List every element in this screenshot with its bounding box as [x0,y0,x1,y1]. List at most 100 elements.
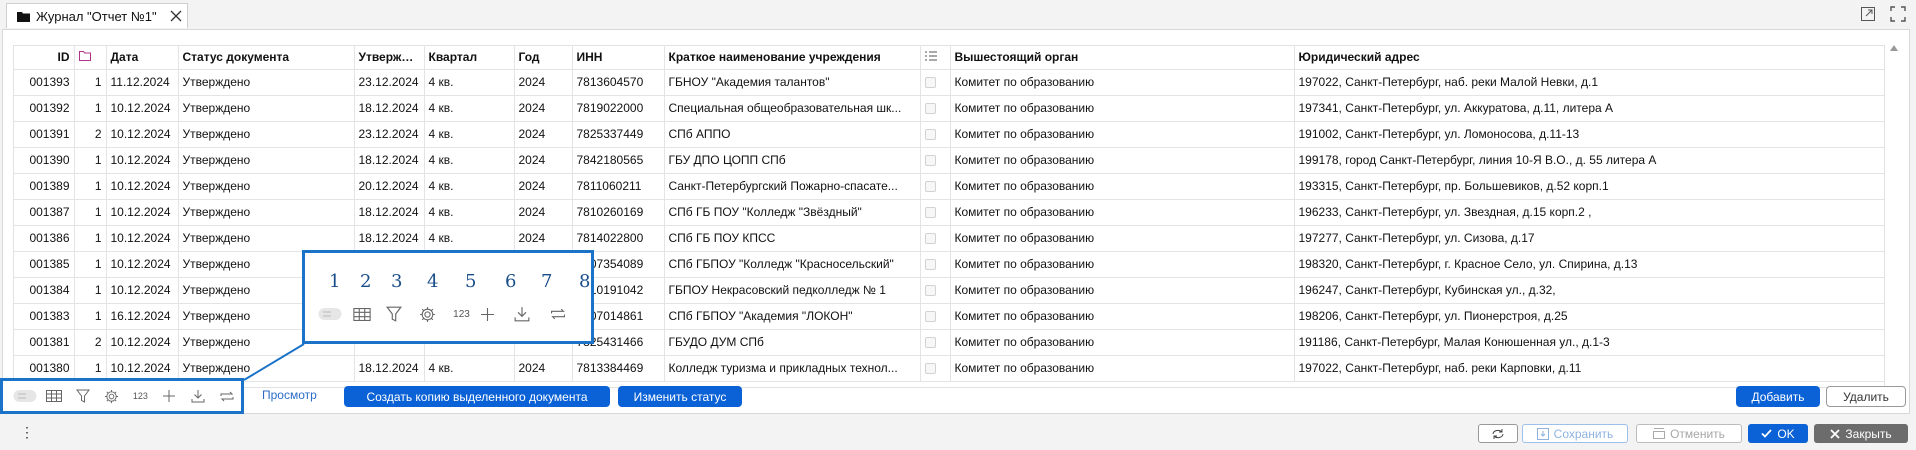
col-header-address[interactable]: Юридический адрес [1294,46,1884,70]
row-checkbox[interactable] [924,103,936,115]
table-row[interactable]: 001385 1 10.12.2024 Утверждено 7807354089 СПб… [14,251,1884,278]
cancel-icon [1653,428,1666,439]
col-header-flag[interactable] [920,46,951,70]
open-external-icon[interactable] [1860,6,1876,22]
row-checkbox[interactable] [924,207,936,219]
cell-address: 193315, Санкт-Петербург, пр. Большевиков… [1294,173,1884,200]
row-checkbox[interactable] [924,129,936,141]
download-icon[interactable] [184,385,213,407]
col-header-parent[interactable]: Вышестоящий орган [950,46,1295,70]
cell-date: 10.12.2024 [106,251,179,278]
ok-button[interactable]: OK [1748,424,1808,443]
cell-inn: 7813604570 [572,69,665,96]
view-link[interactable]: Просмотр [262,388,317,402]
close-button[interactable]: Закрыть [1814,424,1908,443]
cell-name: Специальная общеобразовательная шк... [664,95,921,122]
col-header-name[interactable]: Краткое наименование учреждения [664,46,921,70]
row-checkbox[interactable] [924,259,936,271]
callout-icons: 123 [315,303,591,327]
close-icon[interactable] [169,9,183,23]
col-header-inn[interactable]: ИНН [572,46,665,70]
cell-files: 1 [74,69,107,96]
copy-document-button[interactable]: Создать копию выделенного документа [344,386,610,407]
counter-icon[interactable]: 123 [126,385,155,407]
row-checkbox[interactable] [924,311,936,323]
delete-button[interactable]: Удалить [1826,386,1906,407]
row-checkbox[interactable] [924,77,936,89]
cell-year: 2024 [514,147,573,174]
more-vertical-icon[interactable]: ⋮ [20,424,34,441]
save-button[interactable]: Сохранить [1522,424,1628,443]
cell-inn: 7811060211 [572,173,665,200]
cell-parent: Комитет по образованию [950,303,1295,330]
table-row[interactable]: 001392 1 10.12.2024 Утверждено 18.12.2024 4 к… [14,95,1884,122]
cell-address: 199178, город Санкт-Петербург, линия 10-… [1294,147,1884,174]
table-row[interactable]: 001387 1 10.12.2024 Утверждено 18.12.2024 4 к… [14,199,1884,226]
change-status-button[interactable]: Изменить статус [618,386,742,407]
col-header-id[interactable]: ID [14,46,75,70]
toggle-view-icon[interactable] [11,385,40,407]
row-checkbox[interactable] [924,285,936,297]
callout-number-6: 6 [505,271,517,292]
table-row[interactable]: 001391 2 10.12.2024 Утверждено 23.12.2024 4 к… [14,121,1884,148]
close-x-icon [1830,428,1841,439]
col-header-year[interactable]: Год [514,46,573,70]
table-row[interactable]: 001389 1 10.12.2024 Утверждено 20.12.2024 4 к… [14,173,1884,200]
add-row-icon [473,303,502,325]
settings-gear-icon[interactable] [97,385,126,407]
download-icon [507,303,536,325]
table-row[interactable]: 001386 1 10.12.2024 Утверждено 18.12.2024 4 к… [14,225,1884,252]
callout-number-3: 3 [391,271,403,292]
table-row[interactable]: 001383 1 16.12.2024 Утверждено 7807014861 СПб… [14,303,1884,330]
cell-files: 1 [74,199,107,226]
cell-parent: Комитет по образованию [950,95,1295,122]
col-header-status[interactable]: Статус документа [178,46,355,70]
cell-approved: 18.12.2024 [354,147,425,174]
cell-parent: Комитет по образованию [950,199,1295,226]
cell-flag [920,277,951,304]
table-row[interactable]: 001393 1 11.12.2024 Утверждено 23.12.2024 4 к… [14,69,1884,96]
cell-date: 10.12.2024 [106,95,179,122]
refresh-button[interactable] [1478,424,1518,443]
cell-approved: 18.12.2024 [354,199,425,226]
folder-icon [17,11,30,22]
cell-status: Утверждено [178,121,355,148]
cell-name: Санкт-Петербургский Пожарно-спасате... [664,173,921,200]
cell-address: 191002, Санкт-Петербург, ул. Ломоносова,… [1294,121,1884,148]
row-checkbox[interactable] [924,181,936,193]
cell-quarter: 4 кв. [424,225,515,252]
table-row[interactable]: 001384 1 10.12.2024 Утверждено 7810191042 ГБП… [14,277,1884,304]
row-checkbox[interactable] [924,155,936,167]
col-header-approved[interactable]: Утвержден [354,46,425,70]
col-header-quarter[interactable]: Квартал [424,46,515,70]
callout-number-5: 5 [465,271,477,292]
table-row[interactable]: 001381 2 10.12.2024 Утверждено 7825431466 ГБУ… [14,329,1884,356]
cell-status: Утверждено [178,225,355,252]
tab-journal[interactable]: Журнал "Отчет №1" [6,3,188,28]
cell-files: 1 [74,303,107,330]
row-checkbox[interactable] [924,363,936,375]
add-row-icon[interactable] [155,385,184,407]
table-row[interactable]: 001380 1 10.12.2024 Утверждено 18.12.2024 4 к… [14,355,1884,382]
fullscreen-icon[interactable] [1890,6,1906,22]
refresh-cycle-icon[interactable] [212,385,241,407]
table-row[interactable]: 001390 1 10.12.2024 Утверждено 18.12.2024 4 к… [14,147,1884,174]
col-header-date[interactable]: Дата [106,46,179,70]
cancel-button[interactable]: Отменить [1636,424,1742,443]
filter-icon[interactable] [69,385,98,407]
cell-inn: 7813384469 [572,355,665,382]
vertical-scrollbar[interactable] [1887,45,1901,388]
cell-quarter: 4 кв. [424,95,515,122]
cell-address: 191186, Санкт-Петербург, Малая Конюшенна… [1294,329,1884,356]
table-grid-icon[interactable] [40,385,69,407]
cell-address: 197341, Санкт-Петербург, ул. Аккуратова,… [1294,95,1884,122]
col-header-files[interactable] [74,46,107,70]
close-label: Закрыть [1845,426,1892,441]
row-checkbox[interactable] [924,337,936,349]
row-checkbox[interactable] [924,233,936,245]
cell-parent: Комитет по образованию [950,69,1295,96]
scroll-up-icon[interactable] [1890,45,1898,51]
add-button[interactable]: Добавить [1736,386,1820,407]
tab-bar: Журнал "Отчет №1" [0,0,1916,28]
list-check-icon [924,51,937,61]
